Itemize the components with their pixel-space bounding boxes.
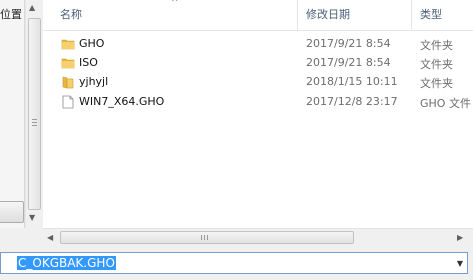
horizontal-scroll-thumb[interactable] [60,231,354,244]
list-item[interactable]: GHO 2017/9/21 8:54 文件夹 [43,35,473,54]
scroll-up-icon[interactable]: ▲ [29,4,35,12]
column-name[interactable]: 名称 [60,0,82,30]
list-item[interactable]: WIN7_X64.GHO 2017/12/8 23:17 GHO 文件 [43,93,473,112]
location-label: 位置 [0,8,22,21]
file-date: 2017/12/8 23:17 [306,95,398,108]
grip-icon [201,235,208,240]
column-divider[interactable] [297,0,298,30]
scroll-down-icon[interactable]: ▼ [29,214,35,222]
file-name: ISO [79,56,98,69]
chevron-down-icon[interactable]: ▼ [457,259,463,268]
file-type: GHO 文件 [420,97,471,110]
folder-icon [61,39,75,50]
filename-row: C_OKGBAK.GHO ▼ [0,246,473,280]
file-date: 2018/1/15 10:11 [306,75,398,88]
file-name: yjhyjl [79,75,109,88]
file-type: 文件夹 [420,77,453,90]
file-icon [62,95,74,109]
grip-icon [32,119,37,126]
column-type[interactable]: 类型 [420,0,442,30]
scroll-right-icon[interactable]: ▶ [457,233,463,242]
filename-combobox[interactable]: C_OKGBAK.GHO ▼ [0,252,468,274]
column-divider[interactable] [411,0,412,30]
file-name: GHO [79,37,105,50]
file-type: 文件夹 [420,39,453,52]
column-modified[interactable]: 修改日期 [306,0,350,30]
file-name: WIN7_X64.GHO [79,95,165,108]
file-date: 2017/9/21 8:54 [306,56,391,69]
list-item[interactable]: yjhyjl 2018/1/15 10:11 文件夹 [43,73,473,92]
nav-pane-button[interactable] [0,201,24,223]
sort-ascending-icon: ^ [171,0,179,8]
column-header: ^ 名称 修改日期 类型 [43,0,473,31]
list-item[interactable]: ISO 2017/9/21 8:54 文件夹 [43,54,473,73]
scroll-left-icon[interactable]: ◀ [47,233,53,242]
filename-input[interactable]: C_OKGBAK.GHO [17,256,116,270]
vertical-scroll-thumb[interactable] [28,18,41,210]
vertical-scrollbar[interactable]: ▲ ▼ [25,0,44,228]
folder-icon [62,76,74,89]
file-date: 2017/9/21 8:54 [306,37,391,50]
horizontal-scrollbar[interactable]: ◀ ▶ [43,228,473,246]
file-type: 文件夹 [420,58,453,71]
folder-icon [61,58,75,69]
file-list: ^ 名称 修改日期 类型 GHO 2017/9/21 8:54 文件夹 ISO … [43,0,473,228]
navigation-pane: 位置 [0,0,25,228]
